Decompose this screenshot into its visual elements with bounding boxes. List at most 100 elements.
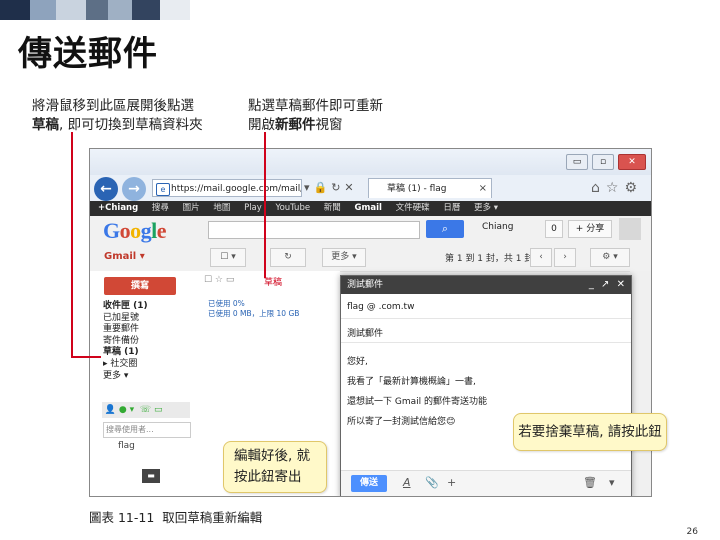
gbar-item[interactable]: 文件硬碟: [396, 203, 430, 213]
callout-left-rest: , 即可切換到草稿資料夾: [59, 117, 203, 133]
slide-title: 傳送郵件: [18, 34, 158, 74]
folder-more[interactable]: 更多 ▾: [103, 371, 148, 383]
to-field[interactable]: flag @ .com.tw: [347, 302, 414, 312]
folder-sent[interactable]: 寄件備份: [103, 336, 148, 348]
google-logo: Google: [103, 218, 167, 244]
search-icon: ⌕: [441, 222, 449, 235]
figure-caption: 圖表 11-11 取回草稿重新編輯: [89, 510, 263, 525]
insert-icon[interactable]: +: [447, 476, 456, 489]
settings-button[interactable]: ⚙ ▾: [590, 248, 630, 267]
back-icon[interactable]: ←: [94, 177, 118, 201]
pointer-line-draft-msg: [264, 132, 266, 278]
callout-right-b: 視窗: [315, 117, 343, 133]
account-name[interactable]: Chiang: [482, 222, 513, 232]
gbar-item[interactable]: 更多 ▾: [474, 203, 498, 213]
chat-status-bar[interactable]: 👤 ● ▾ ☏ ▭: [102, 402, 190, 418]
folder-inbox[interactable]: 收件匣 (1): [103, 301, 148, 313]
more-button[interactable]: 更多 ▾: [322, 248, 366, 267]
folder-drafts[interactable]: 草稿 (1): [103, 347, 148, 359]
next-page-icon[interactable]: ›: [554, 248, 576, 267]
pointer-line-drafts: [71, 132, 73, 358]
folder-list: 收件匣 (1) 已加星號 重要郵件 寄件備份 草稿 (1) ▸ 社交圈 更多 ▾: [103, 301, 148, 382]
compose-window: 測試郵件 _ ↗ ✕ flag @ .com.tw 測試郵件 您好, 我看了「最…: [340, 275, 632, 496]
folder-important[interactable]: 重要郵件: [103, 324, 148, 336]
trash-icon[interactable]: 🗑: [583, 476, 597, 489]
gbar-item[interactable]: 搜尋: [152, 203, 169, 213]
attach-icon[interactable]: 📎: [425, 476, 439, 489]
folder-circles[interactable]: ▸ 社交圈: [103, 359, 148, 371]
compose-header: 測試郵件 _ ↗ ✕: [341, 276, 631, 294]
refresh-button[interactable]: ↻: [270, 248, 306, 267]
share-button[interactable]: + 分享: [568, 220, 612, 238]
body-line[interactable]: 還想試一下 Gmail 的郵件寄送功能: [347, 394, 487, 407]
chat-contact[interactable]: flag: [118, 441, 135, 451]
search-button[interactable]: ⌕: [426, 220, 464, 238]
more-options-icon[interactable]: ▾: [609, 476, 615, 489]
gbar-item[interactable]: 地圖: [213, 203, 230, 213]
browser-tab[interactable]: 草稿 (1) - flag ×: [368, 178, 492, 198]
usage-line2: 已使用 0 MB，上限 10 GB: [208, 309, 300, 318]
chat-icon[interactable]: ▬: [142, 469, 160, 483]
compose-footer: 傳送 A 📎 + 🗑 ▾: [341, 470, 631, 496]
callout-send-line2: 按此鈕寄出: [234, 469, 302, 485]
gbar-item[interactable]: Play: [244, 203, 262, 213]
callout-drafts-folder: 將滑鼠移到此區展開後點選 草稿, 即可切換到草稿資料夾: [32, 97, 203, 135]
tab-close-icon[interactable]: ×: [479, 179, 487, 199]
logo-letter: o: [119, 218, 131, 243]
send-button[interactable]: 傳送: [351, 475, 387, 492]
close-window-button[interactable]: ✕: [618, 154, 646, 170]
gbar-gmail[interactable]: Gmail: [355, 203, 382, 213]
subject-field[interactable]: 測試郵件: [347, 326, 383, 339]
page-number: 26: [686, 527, 698, 537]
address-bar[interactable]: e https://mail.google.com/mail/: [152, 179, 302, 197]
notification-count[interactable]: 0: [545, 220, 563, 238]
page-icon: e: [156, 183, 170, 196]
draft-label[interactable]: 草稿: [264, 275, 282, 288]
body-line[interactable]: 所以寄了一封測試信給您😊: [347, 414, 455, 427]
compose-button[interactable]: 撰寫: [104, 277, 176, 295]
callout-right-line1: 點選草稿郵件即可重新: [248, 98, 383, 114]
body-line[interactable]: 您好,: [347, 354, 368, 367]
callout-left-line1: 將滑鼠移到此區展開後點選: [32, 98, 194, 114]
chat-search-input[interactable]: 搜尋使用者...: [103, 422, 191, 438]
gbar-item[interactable]: YouTube: [276, 203, 311, 213]
compose-title: 測試郵件: [347, 280, 384, 290]
gmail-menu[interactable]: Gmail ▾: [104, 251, 145, 262]
prev-page-icon[interactable]: ‹: [530, 248, 552, 267]
compose-controls[interactable]: _ ↗ ✕: [589, 276, 627, 294]
tab-title: 草稿 (1) - flag: [387, 184, 447, 194]
draft-row-controls[interactable]: ☐ ☆ ▭: [204, 275, 234, 285]
body-line[interactable]: 我看了「最新計算機概論」一書,: [347, 374, 476, 387]
left-navigation: 撰寫 收件匣 (1) 已加星號 重要郵件 寄件備份 草稿 (1) ▸ 社交圈 更…: [90, 271, 198, 496]
gmail-toolbar: Gmail ▾ ☐ ▾ ↻ 更多 ▾ 第 1 到 1 封，共 1 封 ‹ › ⚙…: [90, 243, 651, 272]
format-icon[interactable]: A: [403, 476, 411, 489]
pager-text: 第 1 到 1 封，共 1 封: [445, 254, 534, 264]
gmail-header: Google ⌕ Chiang 0 + 分享: [90, 216, 651, 243]
callout-left-bold: 草稿: [32, 117, 59, 133]
gbar-item[interactable]: 圖片: [183, 203, 200, 213]
address-tools-icon[interactable]: ▾🔒↻✕: [304, 181, 358, 194]
minimize-button[interactable]: ▭: [566, 154, 588, 170]
gbar-item[interactable]: 日曆: [443, 203, 460, 213]
logo-letter: o: [130, 218, 141, 243]
right-scrollbar[interactable]: [630, 271, 651, 496]
usage-line1: 已使用 0%: [208, 299, 245, 308]
maximize-button[interactable]: ▫: [592, 154, 614, 170]
folder-starred[interactable]: 已加星號: [103, 313, 148, 325]
search-input[interactable]: [208, 221, 420, 239]
callout-right-a: 開啟: [248, 117, 275, 133]
logo-letter: e: [156, 218, 167, 243]
callout-send: 編輯好後, 就 按此鈕寄出: [223, 441, 327, 493]
logo-letter: G: [103, 218, 120, 243]
forward-icon[interactable]: →: [122, 177, 146, 201]
storage-usage: 已使用 0% 已使用 0 MB，上限 10 GB: [208, 299, 299, 319]
gbar-item[interactable]: 新聞: [324, 203, 341, 213]
callout-open-draft: 點選草稿郵件即可重新 開啟新郵件視窗: [248, 97, 383, 135]
home-star-gear-icons[interactable]: ⌂☆⚙: [591, 180, 643, 196]
avatar[interactable]: [619, 218, 641, 240]
callout-right-bold: 新郵件: [275, 117, 316, 133]
header-decoration: [0, 0, 720, 22]
select-checkbox[interactable]: ☐ ▾: [210, 248, 246, 267]
gbar-user[interactable]: +Chiang: [98, 203, 138, 213]
address-text: https://mail.google.com/mail/: [171, 184, 302, 194]
